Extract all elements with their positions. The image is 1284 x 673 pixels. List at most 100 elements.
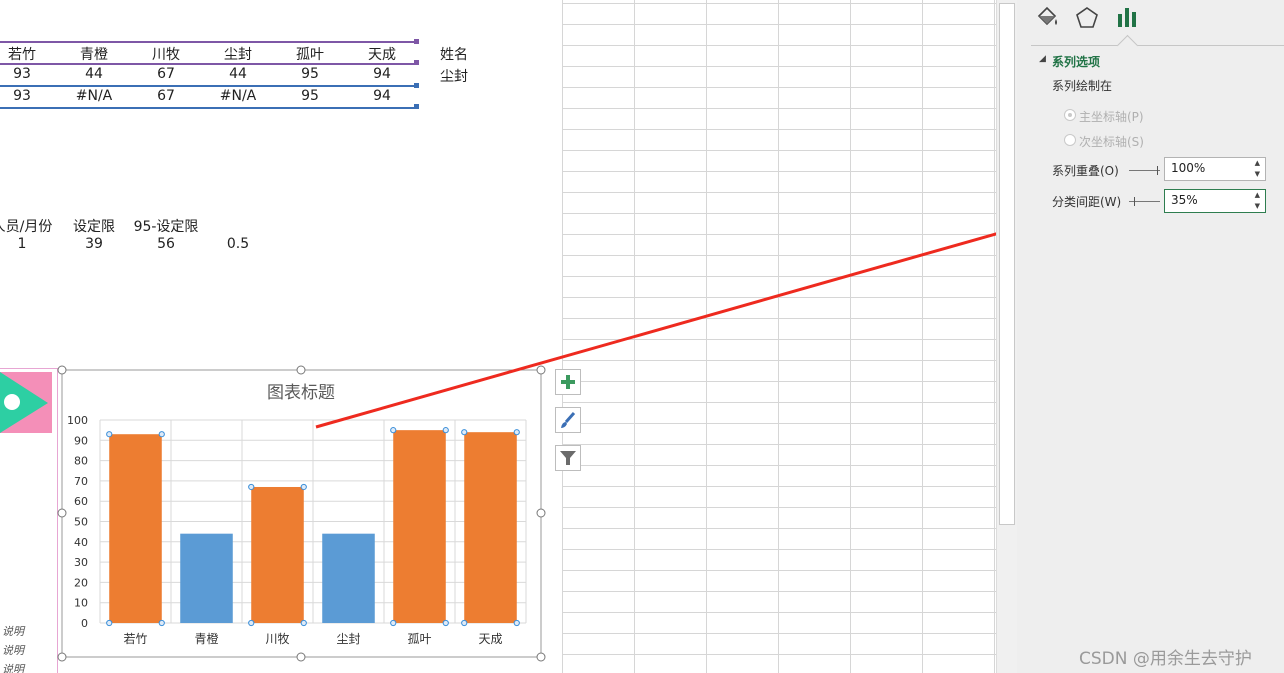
table1-value-cell[interactable]: 93: [0, 88, 58, 104]
bar-selection-handle[interactable]: [300, 619, 307, 627]
bar-selection-handle[interactable]: [461, 429, 468, 436]
table1-value-cell[interactable]: 94: [346, 88, 418, 104]
bar-selection-handle[interactable]: [513, 619, 520, 627]
table1-name-cell[interactable]: 尘封: [202, 44, 274, 64]
chart-resize-handle[interactable]: [296, 652, 306, 662]
vertical-scrollbar[interactable]: [996, 0, 1017, 673]
table2-header-cell[interactable]: 设定限: [58, 216, 130, 236]
bar-selection-handle[interactable]: [390, 427, 397, 434]
scrollbar-thumb[interactable]: [999, 3, 1015, 525]
chart-filters-button[interactable]: [555, 445, 581, 471]
table2-value-cell[interactable]: 1: [0, 236, 58, 252]
value-range-bottom-border: [0, 107, 418, 109]
effects-pentagon-icon[interactable]: [1073, 4, 1101, 32]
fill-line-icon[interactable]: [1033, 4, 1061, 32]
name-value-cell[interactable]: 尘封: [440, 66, 468, 86]
gap-width-spinner[interactable]: 35% ▲ ▼: [1164, 189, 1266, 213]
table2-header-cell[interactable]: 95-设定限: [130, 216, 202, 236]
chart-elements-button[interactable]: [555, 369, 581, 395]
bar-selection-handle[interactable]: [513, 429, 520, 436]
table2-value-cell[interactable]: 0.5: [202, 236, 274, 252]
spin-up-icon[interactable]: ▲: [1255, 192, 1260, 199]
table1-value-cell[interactable]: 95: [274, 88, 346, 104]
bar-selection-handle[interactable]: [158, 431, 165, 438]
overlap-spinner[interactable]: 100% ▲ ▼: [1164, 157, 1266, 181]
diamond-shape[interactable]: [0, 372, 54, 434]
spin-down-icon[interactable]: ▼: [1255, 171, 1260, 178]
table1-value-cell[interactable]: #N/A: [202, 88, 274, 104]
table2-value-cell[interactable]: 39: [58, 236, 130, 252]
table1-value-cell[interactable]: 67: [130, 88, 202, 104]
chart-resize-handle[interactable]: [296, 365, 306, 375]
chart-styles-button[interactable]: [555, 407, 581, 433]
bar-selection-handle[interactable]: [442, 619, 449, 627]
series-options-icon[interactable]: [1113, 4, 1141, 32]
chart-resize-handle[interactable]: [536, 652, 546, 662]
collapse-triangle-icon[interactable]: ◢: [1039, 54, 1046, 64]
chart-resize-handle[interactable]: [57, 652, 67, 662]
bar-selection-handle[interactable]: [300, 483, 307, 491]
bar-selection-handle[interactable]: [106, 431, 113, 438]
plot-series-on-label: 系列绘制在: [1052, 79, 1113, 93]
overlap-slider-track[interactable]: [1129, 170, 1160, 171]
table1-name-cell[interactable]: 青橙: [58, 44, 130, 64]
chart-resize-handle[interactable]: [536, 508, 546, 518]
brush-icon: [561, 412, 576, 428]
header-range-bottom-border: [0, 63, 418, 65]
table2-header-cell[interactable]: 人员/月份: [0, 216, 58, 236]
table1-value-cell[interactable]: #N/A: [58, 88, 130, 104]
bar-selection-handle[interactable]: [461, 619, 468, 627]
chart-bar[interactable]: [251, 486, 304, 623]
bar-selection-handle[interactable]: [248, 483, 255, 491]
bar-selection-handle[interactable]: [248, 619, 255, 627]
spin-up-icon[interactable]: ▲: [1255, 160, 1260, 167]
table1-name-cell[interactable]: 天成: [346, 44, 418, 64]
bar-chart[interactable]: 图表标题 0 10 20 30 40 50 60 70 80 90 100 若竹 青橙 川牧 尘封 孤叶 天成: [55, 365, 555, 665]
chart-bar[interactable]: [464, 432, 517, 623]
chart-resize-handle[interactable]: [536, 365, 546, 375]
chart-title[interactable]: 图表标题: [267, 383, 335, 403]
table1-name-cell[interactable]: 孤叶: [274, 44, 346, 64]
secondary-axis-radio[interactable]: [1064, 134, 1076, 146]
x-tick-label: 尘封: [336, 632, 360, 646]
table1-value-cell[interactable]: 44: [58, 66, 130, 82]
gap-slider-thumb[interactable]: [1134, 197, 1135, 206]
table1-name-cell[interactable]: 若竹: [0, 44, 58, 64]
overlap-value[interactable]: 100%: [1171, 161, 1205, 175]
y-tick-label: 100: [67, 414, 88, 427]
section-title[interactable]: 系列选项: [1052, 53, 1100, 70]
chart-bar[interactable]: [393, 430, 446, 623]
header-range-handle-top[interactable]: [414, 39, 419, 44]
bar-selection-handle[interactable]: [442, 427, 449, 434]
chart-bar[interactable]: [109, 434, 162, 623]
gap-width-value[interactable]: 35%: [1171, 193, 1198, 207]
table1-name-cell[interactable]: 川牧: [130, 44, 202, 64]
value-range-handle-top[interactable]: [414, 83, 419, 88]
cell-gridlines: [562, 0, 996, 673]
table1-value-cell[interactable]: 67: [130, 66, 202, 82]
bar-selection-handle[interactable]: [106, 619, 113, 627]
table1-value-cell[interactable]: 95: [274, 66, 346, 82]
chart-bar[interactable]: [180, 533, 233, 623]
name-label-cell[interactable]: 姓名: [440, 44, 468, 64]
primary-axis-radio[interactable]: [1064, 109, 1076, 121]
chart-resize-handle[interactable]: [57, 508, 67, 518]
spin-down-icon[interactable]: ▼: [1255, 203, 1260, 210]
table1-value-cell[interactable]: 44: [202, 66, 274, 82]
y-tick-label: 90: [74, 434, 88, 447]
bar-selection-handle[interactable]: [390, 619, 397, 627]
y-tick-label: 80: [74, 455, 88, 468]
table2-value-cell[interactable]: 56: [130, 236, 202, 252]
spreadsheet-area[interactable]: 若竹 青橙 川牧 尘封 孤叶 天成 93 44 67 44 95 94 93 #N/A 67 #N/A 95…: [0, 0, 996, 673]
filter-icon: [560, 451, 576, 465]
chart-bar[interactable]: [322, 533, 375, 623]
table1-value-cell[interactable]: 94: [346, 66, 418, 82]
header-range-top-border: [0, 41, 418, 43]
bar-selection-handle[interactable]: [158, 619, 165, 627]
x-tick-label: 天成: [478, 632, 502, 646]
table1-value-cell[interactable]: 93: [0, 66, 58, 82]
value-range-handle-bottom[interactable]: [414, 104, 419, 109]
header-range-handle-bottom[interactable]: [414, 60, 419, 65]
overlap-slider-thumb[interactable]: [1157, 166, 1158, 175]
chart-resize-handle[interactable]: [57, 365, 67, 375]
